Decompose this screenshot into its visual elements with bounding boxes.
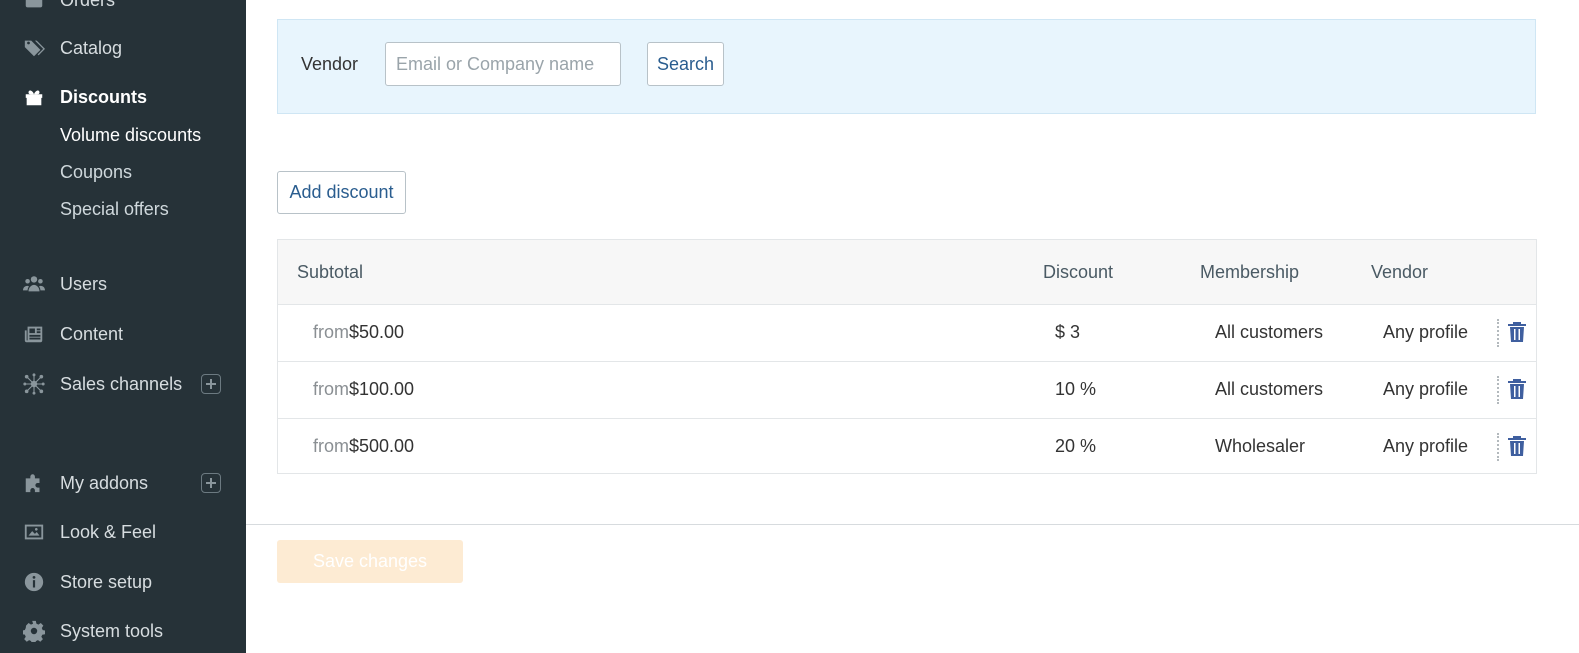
- sidebar-item-orders[interactable]: Orders: [0, 0, 246, 18]
- search-button[interactable]: Search: [647, 42, 724, 86]
- sidebar-item-label: Content: [60, 323, 124, 344]
- newspaper-icon: [22, 322, 46, 346]
- vendor-search-input[interactable]: [385, 42, 621, 86]
- sidebar-subitem-coupons[interactable]: Coupons: [60, 162, 132, 183]
- info-icon: [22, 570, 46, 594]
- sidebar-subitem-special-offers[interactable]: Special offers: [60, 199, 169, 220]
- discount-cell[interactable]: 10 %: [1055, 379, 1096, 400]
- image-icon: [22, 520, 46, 544]
- discount-cell[interactable]: 20 %: [1055, 436, 1096, 457]
- footer-divider: [246, 524, 1579, 525]
- vendor-search-panel: Vendor Search: [277, 19, 1536, 114]
- subtotal-value: $500.00: [349, 436, 415, 456]
- main-content: Vendor Search Add discount Subtotal Disc…: [246, 0, 1579, 653]
- from-prefix: from: [313, 379, 349, 399]
- sidebar-item-label: My addons: [60, 472, 149, 493]
- sidebar-item-my-addons[interactable]: My addons: [0, 465, 246, 501]
- plus-icon: [206, 478, 216, 488]
- sidebar-item-label: Sales channels: [60, 373, 183, 394]
- sidebar-item-label: Store setup: [60, 571, 153, 592]
- table-header: Subtotal Discount Membership Vendor: [278, 240, 1536, 305]
- column-header-vendor[interactable]: Vendor: [1371, 262, 1428, 283]
- add-discount-button[interactable]: Add discount: [277, 171, 406, 214]
- membership-cell[interactable]: Wholesaler: [1215, 436, 1305, 457]
- gear-icon: [22, 619, 46, 643]
- sidebar-item-look-and-feel[interactable]: Look & Feel: [0, 514, 246, 550]
- row-actions-handle[interactable]: [1497, 319, 1502, 347]
- membership-cell[interactable]: All customers: [1215, 379, 1323, 400]
- sidebar-item-users[interactable]: Users: [0, 266, 246, 302]
- sidebar-item-label: Catalog: [60, 37, 123, 58]
- table-row[interactable]: from$500.00 20 % Wholesaler Any profile: [278, 419, 1536, 476]
- subtotal-value: $100.00: [349, 379, 415, 399]
- sidebar-item-label: System tools: [60, 620, 164, 641]
- row-actions-handle[interactable]: [1497, 433, 1502, 461]
- from-prefix: from: [313, 436, 349, 456]
- from-prefix: from: [313, 322, 349, 342]
- vendor-cell[interactable]: Any profile: [1383, 379, 1468, 400]
- sidebar: Orders Catalog Discounts Volume discount…: [0, 0, 246, 653]
- table-row[interactable]: from$100.00 10 % All customers Any profi…: [278, 362, 1536, 419]
- discounts-table: Subtotal Discount Membership Vendor from…: [277, 239, 1537, 474]
- sidebar-item-label: Orders: [60, 0, 115, 11]
- subtotal-cell[interactable]: from$50.00: [313, 322, 404, 343]
- add-addon-button[interactable]: [201, 473, 221, 493]
- plus-icon: [206, 379, 216, 389]
- sidebar-item-label: Users: [60, 273, 108, 294]
- sidebar-item-label: Discounts: [60, 86, 148, 107]
- add-sales-channel-button[interactable]: [201, 374, 221, 394]
- column-header-discount[interactable]: Discount: [1043, 262, 1113, 283]
- discount-cell[interactable]: $ 3: [1055, 322, 1080, 343]
- subtotal-cell[interactable]: from$100.00: [313, 379, 414, 400]
- network-icon: [22, 372, 46, 396]
- sidebar-item-catalog[interactable]: Catalog: [0, 30, 246, 66]
- trash-icon[interactable]: [1506, 434, 1528, 458]
- tags-icon: [22, 36, 46, 60]
- trash-icon[interactable]: [1506, 377, 1528, 401]
- gift-icon: [22, 85, 46, 109]
- vendor-cell[interactable]: Any profile: [1383, 436, 1468, 457]
- vendor-label: Vendor: [301, 54, 359, 74]
- vendor-cell[interactable]: Any profile: [1383, 322, 1468, 343]
- sidebar-item-discounts[interactable]: Discounts: [0, 79, 246, 115]
- column-header-membership[interactable]: Membership: [1200, 262, 1299, 283]
- sidebar-item-content[interactable]: Content: [0, 316, 246, 352]
- sidebar-item-store-setup[interactable]: Store setup: [0, 564, 246, 600]
- membership-cell[interactable]: All customers: [1215, 322, 1323, 343]
- puzzle-icon: [22, 471, 46, 495]
- sidebar-item-sales-channels[interactable]: Sales channels: [0, 366, 246, 402]
- box-icon: [22, 0, 46, 12]
- sidebar-subitem-volume-discounts[interactable]: Volume discounts: [60, 125, 201, 146]
- trash-icon[interactable]: [1506, 320, 1528, 344]
- table-row[interactable]: from$50.00 $ 3 All customers Any profile: [278, 305, 1536, 362]
- save-changes-button[interactable]: Save changes: [277, 540, 463, 583]
- subtotal-value: $50.00: [349, 322, 405, 342]
- column-header-subtotal[interactable]: Subtotal: [297, 262, 363, 283]
- sidebar-item-label: Look & Feel: [60, 521, 157, 542]
- users-icon: [22, 272, 46, 296]
- subtotal-cell[interactable]: from$500.00: [313, 436, 414, 457]
- row-actions-handle[interactable]: [1497, 376, 1502, 404]
- sidebar-item-system-tools[interactable]: System tools: [0, 613, 246, 649]
